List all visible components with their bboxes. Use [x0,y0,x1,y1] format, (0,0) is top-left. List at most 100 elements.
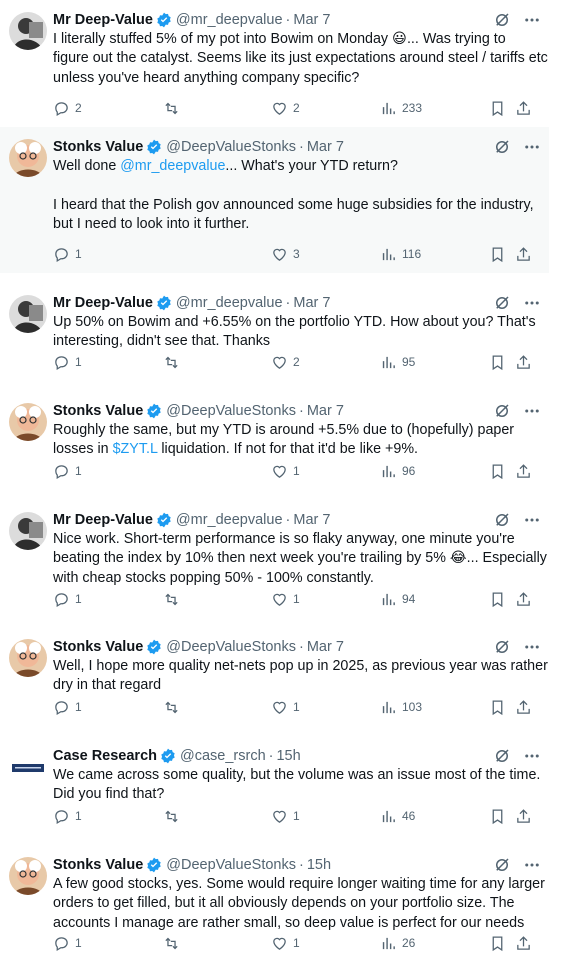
retweet-button[interactable] [163,698,180,716]
timestamp[interactable]: Mar 7 [307,639,344,655]
views-button[interactable]: 233 [380,99,422,117]
share-button[interactable] [515,99,532,117]
more-icon[interactable] [523,402,541,420]
avatar-case-research[interactable] [11,756,45,780]
author-name[interactable]: Mr Deep-Value [53,295,153,311]
share-button[interactable] [515,353,532,371]
bookmark-button[interactable] [489,353,506,371]
more-icon[interactable] [523,138,541,156]
timestamp[interactable]: 15h [307,857,331,873]
like-button[interactable]: 1 [271,590,300,608]
like-button[interactable]: 2 [271,99,300,117]
avatar-mr-deep-value[interactable] [9,12,47,50]
tweet[interactable]: Stonks Value @DeepValueStonks · Mar 7 Ro… [0,391,549,491]
avatar-stonks-value[interactable] [9,403,47,441]
avatar-stonks-value[interactable] [9,139,47,177]
views-button[interactable]: 103 [380,698,422,716]
more-icon[interactable] [523,11,541,29]
more-icon[interactable] [523,747,541,765]
like-button[interactable]: 3 [271,245,300,263]
bookmark-button[interactable] [489,590,506,608]
author-name[interactable]: Stonks Value [53,857,143,873]
more-icon[interactable] [523,511,541,529]
bookmark-button[interactable] [489,807,506,825]
reply-button[interactable]: 1 [53,698,82,716]
retweet-button[interactable] [163,807,180,825]
share-button[interactable] [515,245,532,263]
tweet[interactable]: Mr Deep-Value @mr_deepvalue · Mar 7 Nice… [0,500,549,618]
author-name[interactable]: Stonks Value [53,403,143,419]
share-button[interactable] [515,698,532,716]
views-button[interactable]: 26 [380,934,415,952]
tweet[interactable]: Stonks Value @DeepValueStonks · Mar 7 We… [0,627,549,727]
reply-button[interactable]: 2 [53,99,82,117]
share-button[interactable] [515,462,532,480]
author-handle[interactable]: @DeepValueStonks [166,403,296,419]
views-button[interactable]: 94 [380,590,415,608]
reply-button[interactable]: 1 [53,245,82,263]
retweet-button[interactable] [163,590,180,608]
timestamp[interactable]: Mar 7 [293,512,330,528]
more-icon[interactable] [523,638,541,656]
share-button[interactable] [515,807,532,825]
author-name[interactable]: Case Research [53,748,157,764]
more-icon[interactable] [523,294,541,312]
views-button[interactable]: 96 [380,462,415,480]
avatar-stonks-value[interactable] [9,857,47,895]
avatar-mr-deep-value[interactable] [9,295,47,333]
like-button[interactable]: 1 [271,462,300,480]
tweet[interactable]: Stonks Value @DeepValueStonks · 15h A fe… [0,845,549,962]
avatar-mr-deep-value[interactable] [9,512,47,550]
bookmark-button[interactable] [489,698,506,716]
reply-button[interactable]: 1 [53,462,82,480]
timestamp[interactable]: 15h [276,748,300,764]
author-name[interactable]: Stonks Value [53,639,143,655]
author-handle[interactable]: @DeepValueStonks [166,639,296,655]
grok-icon[interactable] [493,747,511,765]
author-handle[interactable]: @mr_deepvalue [176,512,283,528]
views-button[interactable]: 116 [380,245,421,263]
cashtag-link[interactable]: $ZYT.L [113,441,158,457]
retweet-button[interactable] [163,353,180,371]
reply-button[interactable]: 1 [53,590,82,608]
grok-icon[interactable] [493,638,511,656]
bookmark-button[interactable] [489,245,506,263]
grok-icon[interactable] [493,511,511,529]
tweet[interactable]: Case Research @case_rsrch · 15h We came … [0,736,549,836]
share-button[interactable] [515,590,532,608]
reply-button[interactable]: 1 [53,934,82,952]
like-button[interactable]: 2 [271,353,300,371]
author-handle[interactable]: @case_rsrch [180,748,266,764]
author-handle[interactable]: @mr_deepvalue [176,295,283,311]
author-handle[interactable]: @mr_deepvalue [176,12,283,28]
like-button[interactable]: 1 [271,807,300,825]
bookmark-button[interactable] [489,934,506,952]
grok-icon[interactable] [493,856,511,874]
retweet-button[interactable] [163,99,185,117]
reply-button[interactable]: 1 [53,807,82,825]
like-button[interactable]: 1 [271,934,300,952]
avatar-stonks-value[interactable] [9,639,47,677]
author-name[interactable]: Stonks Value [53,139,143,155]
bookmark-button[interactable] [489,462,506,480]
share-button[interactable] [515,934,532,952]
timestamp[interactable]: Mar 7 [293,12,330,28]
grok-icon[interactable] [493,402,511,420]
views-button[interactable]: 95 [380,353,415,371]
author-name[interactable]: Mr Deep-Value [53,12,153,28]
mention-link[interactable]: @mr_deepvalue [120,158,225,174]
more-icon[interactable] [523,856,541,874]
timestamp[interactable]: Mar 7 [293,295,330,311]
tweet[interactable]: Mr Deep-Value @mr_deepvalue · Mar 7 Up 5… [0,283,549,383]
retweet-button[interactable] [163,934,180,952]
grok-icon[interactable] [493,138,511,156]
author-name[interactable]: Mr Deep-Value [53,512,153,528]
timestamp[interactable]: Mar 7 [307,403,344,419]
bookmark-button[interactable] [489,99,506,117]
like-button[interactable]: 1 [271,698,300,716]
author-handle[interactable]: @DeepValueStonks [166,857,296,873]
views-button[interactable]: 46 [380,807,415,825]
timestamp[interactable]: Mar 7 [307,139,344,155]
grok-icon[interactable] [493,294,511,312]
author-handle[interactable]: @DeepValueStonks [166,139,296,155]
